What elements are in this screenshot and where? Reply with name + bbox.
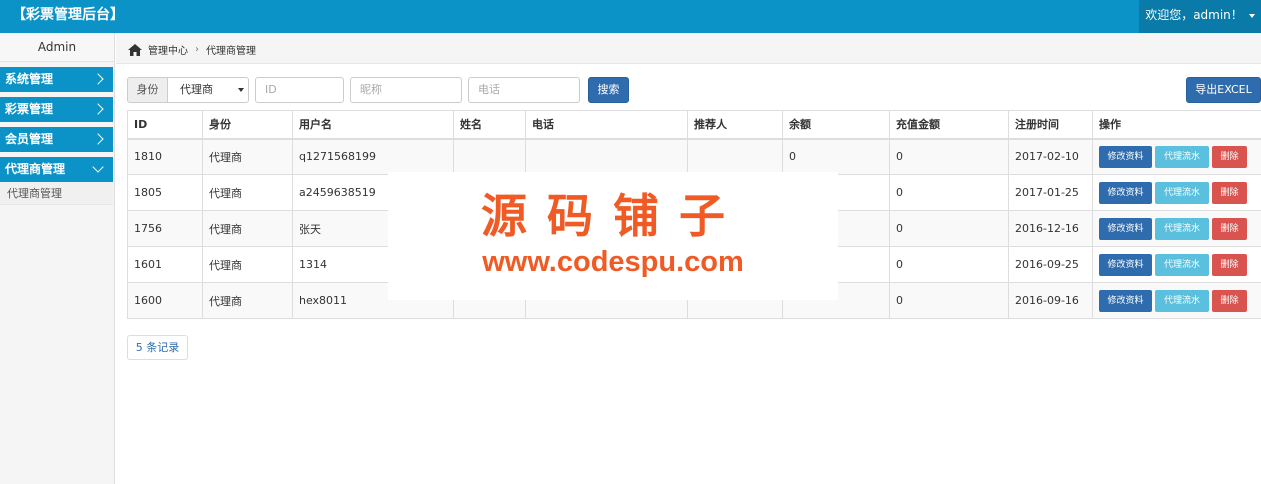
column-header: 余额	[782, 110, 890, 140]
sidebar-group-agents[interactable]: 代理商管理	[0, 157, 113, 182]
welcome-text: 欢迎您，admin！	[1145, 8, 1243, 22]
column-header: 电话	[525, 110, 688, 140]
delete-button[interactable]: 删除	[1212, 289, 1247, 312]
chevron-right-icon	[92, 133, 104, 145]
delete-button[interactable]: 删除	[1212, 181, 1247, 204]
cell-actions: 修改资料 代理流水 删除	[1092, 246, 1261, 283]
cell-id: 1805	[127, 174, 203, 211]
chevron-right-icon: ›	[195, 44, 199, 55]
cell-reg-date: 2016-12-16	[1008, 210, 1093, 247]
cell-actions: 修改资料 代理流水 删除	[1092, 174, 1261, 211]
cell-id: 1756	[127, 210, 203, 247]
sidebar-group-lottery[interactable]: 彩票管理	[0, 97, 113, 122]
watermark-title: 源码铺子	[481, 189, 745, 243]
table-header-row: ID 身份 用户名 姓名 电话 推荐人 余额 充值金额 注册时间 操作	[127, 110, 1261, 140]
cell-username: q1271568199	[292, 138, 454, 175]
cell-actions: 修改资料 代理流水 删除	[1092, 210, 1261, 247]
column-header: 充值金额	[889, 110, 1009, 140]
sidebar-group-label: 会员管理	[5, 132, 54, 146]
edit-profile-button[interactable]: 修改资料	[1099, 217, 1152, 240]
agent-flow-button[interactable]: 代理流水	[1155, 253, 1209, 276]
column-header: 操作	[1092, 110, 1261, 140]
role-filter-label: 身份	[127, 77, 168, 103]
cell-phone	[525, 138, 688, 175]
cell-actions: 修改资料 代理流水 删除	[1092, 138, 1261, 175]
cell-reg-date: 2017-01-25	[1008, 174, 1093, 211]
cell-id: 1600	[127, 282, 203, 319]
breadcrumb-current: 代理商管理	[206, 46, 256, 57]
sidebar: Admin 系统管理 彩票管理 会员管理 代理商管理 代理商管理	[0, 33, 115, 484]
cell-actions: 修改资料 代理流水 删除	[1092, 282, 1261, 319]
chevron-right-icon	[92, 73, 104, 85]
breadcrumb: 管理中心 › 代理商管理	[116, 33, 1261, 64]
cell-role: 代理商	[202, 246, 293, 283]
cell-reg-date: 2016-09-25	[1008, 246, 1093, 283]
edit-profile-button[interactable]: 修改资料	[1099, 253, 1152, 276]
agent-flow-button[interactable]: 代理流水	[1155, 181, 1209, 204]
cell-role: 代理商	[202, 138, 293, 175]
watermark-overlay: 源码铺子 www.codespu.com	[388, 172, 838, 300]
chevron-down-icon	[92, 161, 104, 173]
role-select-value: 代理商	[180, 83, 213, 96]
column-header: 身份	[202, 110, 293, 140]
cell-recharge: 0	[889, 282, 1009, 319]
agent-flow-button[interactable]: 代理流水	[1155, 145, 1209, 168]
cell-referrer	[687, 138, 783, 175]
edit-profile-button[interactable]: 修改资料	[1099, 145, 1152, 168]
breadcrumb-root[interactable]: 管理中心	[148, 42, 188, 57]
cell-id: 1810	[127, 138, 203, 175]
cell-role: 代理商	[202, 174, 293, 211]
delete-button[interactable]: 删除	[1212, 217, 1247, 240]
column-header: ID	[127, 110, 203, 140]
edit-profile-button[interactable]: 修改资料	[1099, 289, 1152, 312]
export-excel-button[interactable]: 导出EXCEL	[1186, 77, 1261, 103]
agent-flow-button[interactable]: 代理流水	[1155, 217, 1209, 240]
cell-recharge: 0	[889, 138, 1009, 175]
cell-role: 代理商	[202, 282, 293, 319]
delete-button[interactable]: 删除	[1212, 145, 1247, 168]
sidebar-group-label: 代理商管理	[5, 162, 66, 176]
id-input[interactable]: ID	[255, 77, 344, 103]
user-menu-dropdown[interactable]: 欢迎您，admin！	[1139, 0, 1261, 33]
caret-down-icon	[238, 88, 244, 92]
sidebar-user: Admin	[0, 33, 114, 62]
column-header: 姓名	[453, 110, 526, 140]
cell-role: 代理商	[202, 210, 293, 247]
edit-profile-button[interactable]: 修改资料	[1099, 181, 1152, 204]
top-navbar: 【彩票管理后台】 欢迎您，admin！	[0, 0, 1261, 33]
sidebar-group-system[interactable]: 系统管理	[0, 67, 113, 92]
delete-button[interactable]: 删除	[1212, 253, 1247, 276]
record-count: 5 条记录	[127, 335, 188, 360]
sidebar-group-label: 系统管理	[5, 72, 54, 86]
column-header: 推荐人	[687, 110, 783, 140]
chevron-right-icon	[92, 103, 104, 115]
sidebar-group-members[interactable]: 会员管理	[0, 127, 113, 152]
cell-balance: 0	[782, 138, 890, 175]
cell-reg-date: 2016-09-16	[1008, 282, 1093, 319]
search-button[interactable]: 搜索	[588, 77, 629, 103]
cell-id: 1601	[127, 246, 203, 283]
watermark-url: www.codespu.com	[482, 246, 744, 278]
column-header: 注册时间	[1008, 110, 1093, 140]
cell-recharge: 0	[889, 210, 1009, 247]
home-icon[interactable]	[128, 43, 142, 56]
sidebar-group-label: 彩票管理	[5, 102, 54, 116]
cell-recharge: 0	[889, 174, 1009, 211]
role-select[interactable]: 代理商	[167, 77, 249, 103]
nickname-input[interactable]: 昵称	[350, 77, 462, 103]
app-brand[interactable]: 【彩票管理后台】	[12, 0, 124, 30]
agent-flow-button[interactable]: 代理流水	[1155, 289, 1209, 312]
cell-recharge: 0	[889, 246, 1009, 283]
phone-input[interactable]: 电话	[468, 77, 580, 103]
sidebar-item-agent-management[interactable]: 代理商管理	[0, 182, 113, 205]
caret-down-icon	[1248, 13, 1255, 18]
cell-name	[453, 138, 526, 175]
cell-reg-date: 2017-02-10	[1008, 138, 1093, 175]
table-row: 1810 代理商 q1271568199 0 0 2017-02-10 修改资料…	[127, 138, 1261, 175]
column-header: 用户名	[292, 110, 454, 140]
